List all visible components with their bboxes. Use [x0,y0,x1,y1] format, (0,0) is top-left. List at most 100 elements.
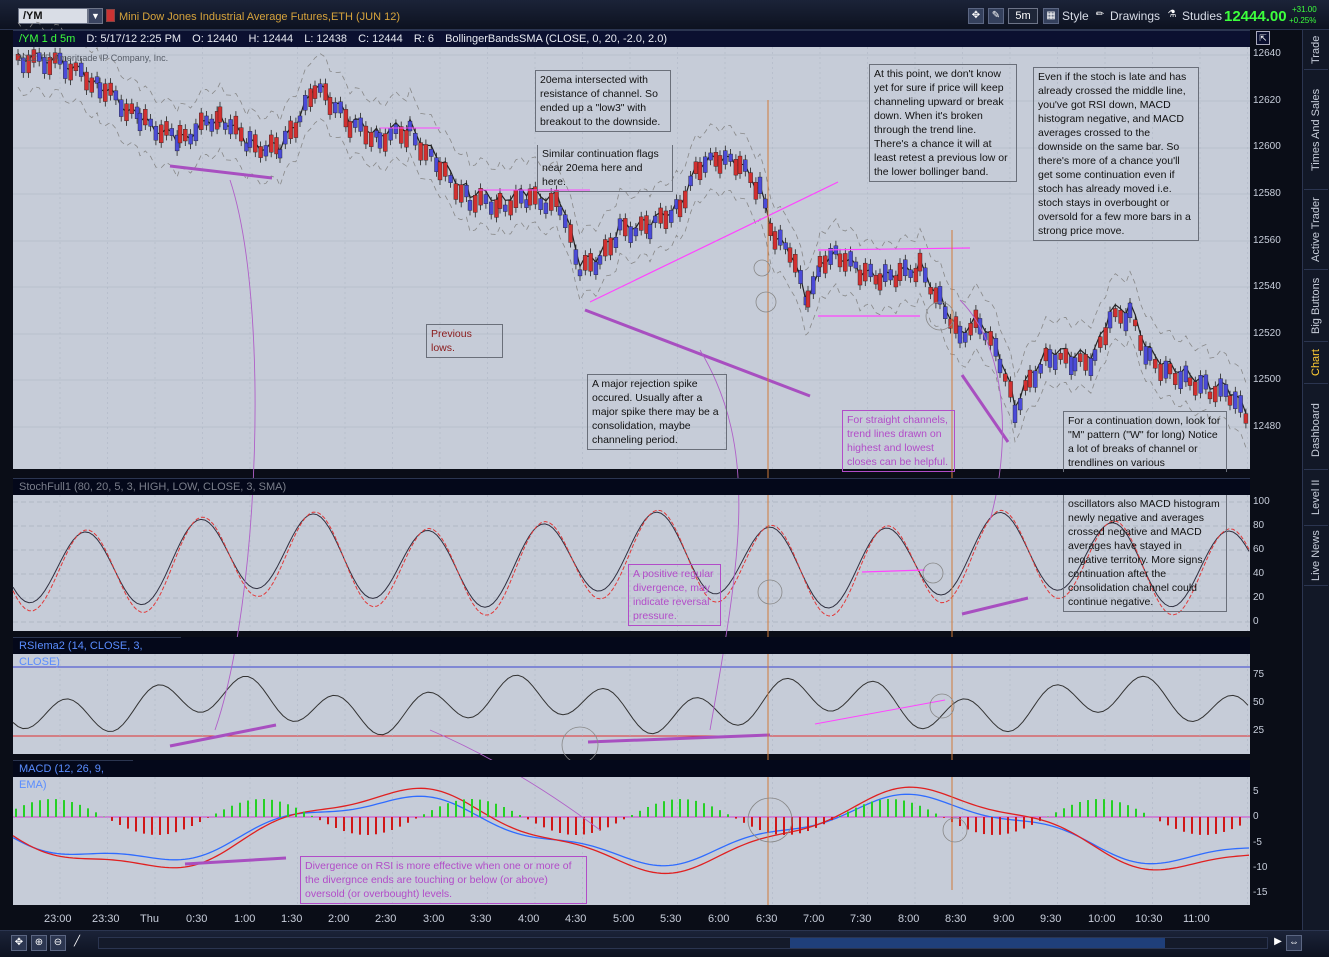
candle-body [198,112,204,130]
candle-body [613,237,619,248]
candle-body [158,124,164,144]
note-positive-divergence[interactable]: A positive regular divergence, may indic… [628,564,721,626]
candle-body [798,270,803,284]
candle-body [483,194,489,204]
candle-body [1107,311,1113,329]
zoom-out-icon[interactable]: ⊖ [50,935,66,951]
candle-body [623,218,628,237]
candle-body [658,207,663,224]
candle-body [873,275,879,285]
note-stoch-late[interactable]: Even if the stoch is late and has alread… [1033,67,1199,241]
candle-body [997,358,1003,374]
candle-body [1138,335,1143,351]
note-rejection-spike[interactable]: A major rejection spike occured. Usually… [587,374,727,450]
candle-body [519,189,524,204]
scrollbar-thumb[interactable] [790,938,1165,948]
candle-body [728,153,733,162]
price-tick: 12560 [1253,235,1281,246]
rsi-tick: 50 [1253,697,1265,708]
tab-dashboard[interactable]: Dashboard [1304,392,1328,470]
candle-body [459,184,464,203]
time-tick: 23:00 [44,913,72,925]
candle-body [303,95,308,111]
time-tick: 1:00 [234,913,256,925]
candle-body [353,119,358,128]
candle-body [923,267,928,283]
note-20ema[interactable]: 20ema intersected with resistance of cha… [535,70,671,132]
tab-trade[interactable]: Trade [1304,30,1328,70]
candle-body [713,152,719,167]
note-rsi-divergence[interactable]: Divergence on RSI is more effective when… [300,856,587,904]
note-oscillators[interactable]: oscillators also MACD histogram newly ne… [1063,495,1227,612]
candle-body [903,259,908,277]
price-tick: 12580 [1253,188,1281,199]
candle-body [805,290,811,308]
tab-chart[interactable]: Chart [1304,342,1328,384]
candle-body [323,83,328,101]
price-tick: 12540 [1253,281,1281,292]
time-tick: 3:00 [423,913,445,925]
candle-body [73,62,79,72]
candle-body [1178,371,1183,390]
note-previous-lows[interactable]: Previous lows. [426,324,503,358]
candle-body [308,88,313,107]
line-tool-icon[interactable]: ╱ [69,935,85,951]
time-tick: 4:00 [518,913,540,925]
candle-body [628,226,633,243]
candle-body [404,129,409,148]
candle-body [608,237,613,256]
time-tick: 10:30 [1135,913,1163,925]
candle-body [84,71,89,91]
candle-body [1227,395,1233,406]
candle-body [913,268,919,283]
candle-body [497,193,503,209]
candle-body [338,101,343,114]
candle-body [1238,395,1243,413]
candle-body [377,132,383,149]
candle-body [153,125,159,141]
candle-body [669,210,674,223]
candle-body [1243,413,1249,424]
note-uncertain[interactable]: At this point, we don't know yet for sur… [869,64,1017,182]
candle-body [543,202,549,214]
zoom-in-icon[interactable]: ⊕ [31,935,47,951]
candle-body [868,263,873,278]
candle-body [148,118,153,127]
candle-body [513,189,519,208]
note-continuation-down[interactable]: For a continuation down, look for "M" pa… [1063,411,1227,472]
tab-times-and-sales[interactable]: Times And Sales [1304,70,1328,190]
candle-body [988,331,993,346]
candle-body [383,133,388,152]
tab-live-news[interactable]: Live News [1304,526,1328,586]
time-tick: 2:30 [375,913,397,925]
candle-body [1063,348,1069,364]
note-straight-channels[interactable]: For straight channels, trend lines drawn… [842,410,955,472]
candle-body [928,287,933,295]
expand-time-icon[interactable]: ⇔ [1286,935,1302,951]
candle-body [129,103,135,114]
time-tick: 23:30 [92,913,120,925]
price-tick: 12480 [1253,421,1281,432]
candle-body [1213,386,1218,403]
candle-body [763,198,768,209]
crosshair-icon[interactable]: ✥ [11,935,27,951]
tab-level-ii[interactable]: Level II [1304,470,1328,526]
candle-body [688,175,693,187]
candle-body [1173,373,1178,385]
price-tick: 12500 [1253,374,1281,385]
candle-body [503,204,508,212]
candle-body [399,126,404,144]
expand-icon[interactable]: ⇱ [1256,31,1270,45]
candle-body [1223,384,1229,397]
scroll-right-icon[interactable]: ▶ [1270,935,1286,951]
candle-body [1103,327,1108,346]
tab-big-buttons[interactable]: Big Buttons [1304,270,1328,342]
stoch-tick: 80 [1253,520,1265,531]
candle-body [1092,349,1098,361]
candle-body [1133,319,1138,327]
candle-body [633,227,639,237]
note-continuation-flags[interactable]: Similar continuation flags near 20ema he… [537,145,673,192]
tab-active-trader[interactable]: Active Trader [1304,190,1328,270]
macd-tick: -10 [1253,862,1268,873]
bar-close: C: 12444 [358,33,403,45]
